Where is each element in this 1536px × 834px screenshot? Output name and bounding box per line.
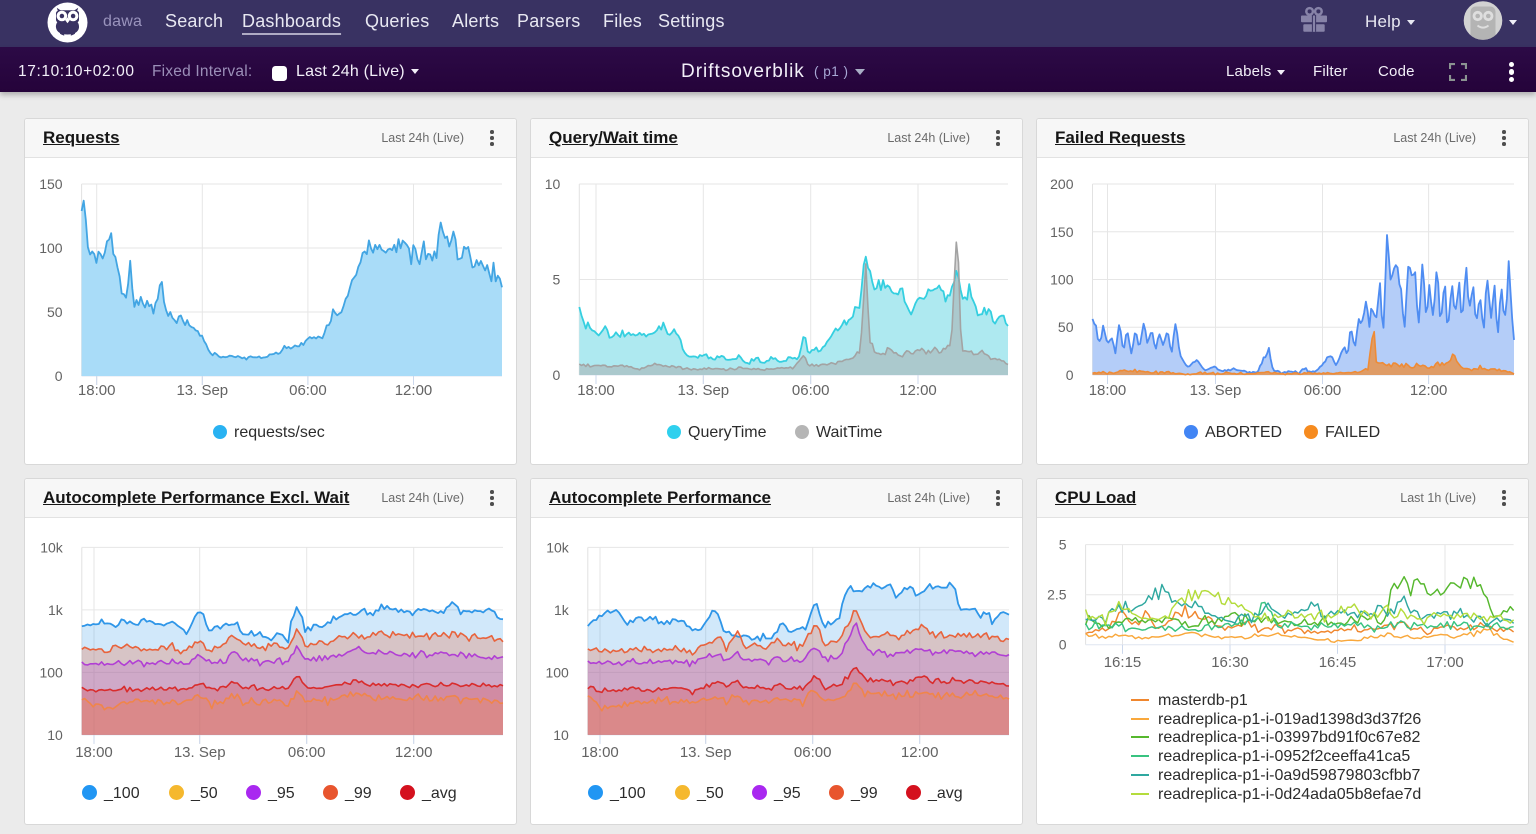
svg-text:18:00: 18:00 xyxy=(75,744,113,761)
svg-text:06:00: 06:00 xyxy=(289,382,327,399)
svg-text:06:00: 06:00 xyxy=(794,744,832,761)
svg-text:10k: 10k xyxy=(40,539,64,555)
svg-text:5: 5 xyxy=(553,272,561,288)
svg-text:16:45: 16:45 xyxy=(1319,654,1357,671)
svg-text:100: 100 xyxy=(545,664,569,680)
svg-text:100: 100 xyxy=(39,240,63,256)
svg-text:13. Sep: 13. Sep xyxy=(176,382,228,399)
svg-text:18:00: 18:00 xyxy=(577,382,615,399)
svg-text:06:00: 06:00 xyxy=(288,744,326,761)
svg-text:10: 10 xyxy=(47,727,63,743)
svg-text:18:00: 18:00 xyxy=(1089,382,1127,399)
svg-text:10: 10 xyxy=(553,727,569,743)
svg-text:12:00: 12:00 xyxy=(395,382,433,399)
svg-text:12:00: 12:00 xyxy=(1410,382,1448,399)
svg-text:50: 50 xyxy=(1058,319,1074,335)
svg-text:13. Sep: 13. Sep xyxy=(1190,382,1242,399)
svg-text:2.5: 2.5 xyxy=(1047,587,1067,603)
svg-text:16:30: 16:30 xyxy=(1211,654,1249,671)
svg-text:12:00: 12:00 xyxy=(899,382,937,399)
svg-text:150: 150 xyxy=(1050,224,1074,240)
svg-text:12:00: 12:00 xyxy=(395,744,433,761)
svg-text:0: 0 xyxy=(1059,637,1067,653)
svg-text:0: 0 xyxy=(55,368,63,384)
svg-text:0: 0 xyxy=(1066,367,1074,383)
svg-text:12:00: 12:00 xyxy=(901,744,939,761)
svg-text:10: 10 xyxy=(545,176,561,192)
svg-text:1k: 1k xyxy=(554,602,570,618)
svg-text:50: 50 xyxy=(47,304,63,320)
svg-text:10k: 10k xyxy=(546,539,570,555)
svg-text:13. Sep: 13. Sep xyxy=(174,744,226,761)
svg-text:100: 100 xyxy=(39,664,63,680)
svg-text:18:00: 18:00 xyxy=(581,744,619,761)
svg-text:0: 0 xyxy=(553,367,561,383)
svg-text:06:00: 06:00 xyxy=(1304,382,1342,399)
svg-text:1k: 1k xyxy=(48,602,64,618)
svg-text:100: 100 xyxy=(1050,272,1074,288)
svg-text:18:00: 18:00 xyxy=(78,382,116,399)
svg-text:16:15: 16:15 xyxy=(1104,654,1142,671)
svg-text:06:00: 06:00 xyxy=(792,382,830,399)
svg-text:150: 150 xyxy=(39,176,63,192)
svg-text:17:00: 17:00 xyxy=(1426,654,1464,671)
svg-text:200: 200 xyxy=(1050,176,1074,192)
svg-text:13. Sep: 13. Sep xyxy=(680,744,732,761)
svg-text:13. Sep: 13. Sep xyxy=(677,382,729,399)
svg-text:5: 5 xyxy=(1059,537,1067,553)
